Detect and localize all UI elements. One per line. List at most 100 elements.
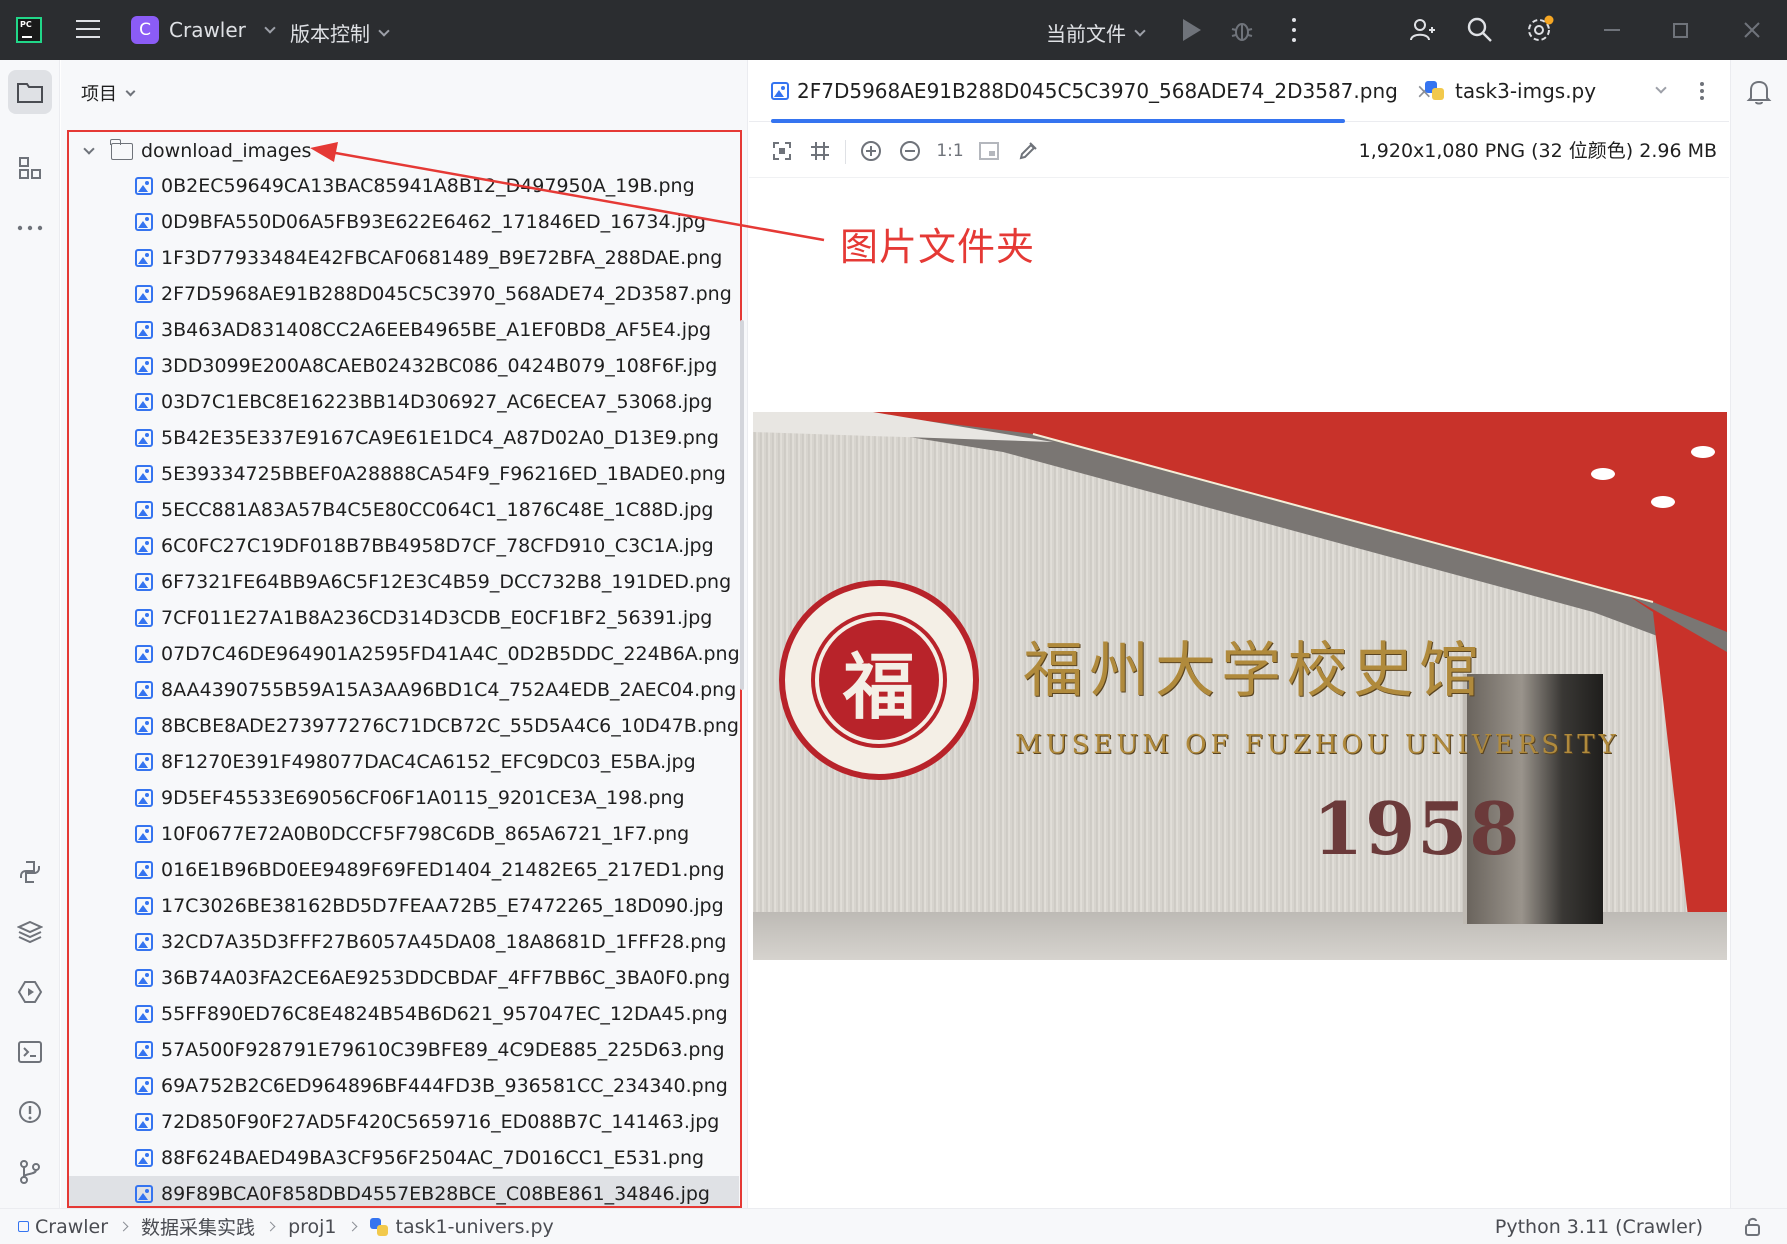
chevron-right-icon [347,1221,357,1232]
tree-file-item[interactable]: 88F624BAED49BA3CF956F2504AC_7D016CC1_E53… [69,1140,739,1176]
file-name: 0D9BFA550D06A5FB93E622E6462_171846ED_167… [161,211,706,233]
tree-file-item[interactable]: 3DD3099E200A8CAEB02432BC086_0424B079_108… [69,348,739,384]
vcs-menu[interactable]: 版本控制 [290,18,390,47]
image-file-icon [135,1005,153,1023]
tree-file-item[interactable]: 8AA4390755B59A15A3AA96BD1C4_752A4EDB_2AE… [69,672,739,708]
zoom-out-icon[interactable] [895,136,925,166]
image-file-icon [135,573,153,591]
main-menu-icon[interactable] [76,20,100,40]
zoom-in-icon[interactable] [856,136,886,166]
image-file-icon [135,285,153,303]
tree-file-item[interactable]: 32CD7A35D3FFF27B6057A45DA08_18A8681D_1FF… [69,924,739,960]
tree-folder-download-images[interactable]: download_images [79,136,311,166]
tree-file-item[interactable]: 89F89BCA0F858DBD4557EB28BCE_C08BE861_348… [69,1176,739,1206]
grid-icon[interactable] [805,136,835,166]
more-tools-icon[interactable] [8,206,52,250]
tree-file-item[interactable]: 57A500F928791E79610C39BFE89_4C9DE885_225… [69,1032,739,1068]
project-panel-header[interactable]: 项目 [81,80,136,106]
python-packages-icon[interactable] [8,910,52,954]
debug-icon[interactable] [1226,14,1258,46]
run-config-selector[interactable]: 当前文件 [1046,18,1146,47]
project-panel-title: 项目 [81,84,117,105]
python-interpreter[interactable]: Python 3.11 (Crawler) [1495,1216,1703,1238]
tree-file-item[interactable]: 2F7D5968AE91B288D045C5C3970_568ADE74_2D3… [69,276,739,312]
breadcrumb-item[interactable]: task1-univers.py [396,1216,554,1238]
file-name: 5E39334725BBEF0A28888CA54F9_F96216ED_1BA… [161,463,726,485]
breadcrumb-item[interactable]: Crawler [35,1216,108,1238]
tab-task3-imgs-py[interactable]: task3-imgs.py [1425,60,1596,122]
tree-file-item[interactable]: 55FF890ED76C8E4824B54B6D621_957047EC_12D… [69,996,739,1032]
tree-file-item[interactable]: 6C0FC27C19DF018B7BB4958D7CF_78CFD910_C3C… [69,528,739,564]
tree-file-item[interactable]: 6F7321FE64BB9A6C5F12E3C4B59_DCC732B8_191… [69,564,739,600]
tree-file-item[interactable]: 9D5EF45533E69056CF06F1A0115_9201CE3A_198… [69,780,739,816]
terminal-icon[interactable] [8,1030,52,1074]
tree-file-item[interactable]: 5B42E35E337E9167CA9E61E1DC4_A87D02A0_D13… [69,420,739,456]
tree-file-item[interactable]: 0D9BFA550D06A5FB93E622E6462_171846ED_167… [69,204,739,240]
tree-file-item[interactable]: 0B2EC59649CA13BAC85941A8B12_D497950A_19B… [69,168,739,204]
tree-file-item[interactable]: 03D7C1EBC8E16223BB14D306927_AC6ECEA7_530… [69,384,739,420]
add-user-icon[interactable] [1406,14,1438,46]
image-file-icon [135,357,153,375]
notifications-bell-icon[interactable] [1737,70,1781,114]
lock-icon[interactable] [1743,1216,1763,1241]
chevron-down-icon [378,24,390,37]
chevron-right-icon [265,1221,276,1232]
image-info: 1,920x1,080 PNG (32 位颜色) 2.96 MB [1358,140,1717,162]
tree-file-item[interactable]: 17C3026BE38162BD5D7FEAA72B5_E7472265_18D… [69,888,739,924]
scrollbar-thumb[interactable] [740,320,744,690]
file-name: 57A500F928791E79610C39BFE89_4C9DE885_225… [161,1039,725,1061]
image-file-icon [135,429,153,447]
close-window-icon[interactable] [1736,14,1768,46]
search-icon[interactable] [1464,14,1496,46]
services-icon[interactable] [8,970,52,1014]
fit-zoom-icon[interactable] [767,136,797,166]
expand-arrow-icon[interactable] [83,143,95,155]
python-file-icon [1425,81,1445,101]
breadcrumb-item[interactable]: proj1 [288,1216,336,1238]
tab-options-icon[interactable] [1699,60,1705,122]
breadcrumb-item[interactable]: 数据采集实践 [141,1213,255,1240]
actual-size-button[interactable]: 1:1 [935,136,965,166]
tree-file-item[interactable]: 72D850F90F27AD5F420C5659716_ED088B7C_141… [69,1104,739,1140]
tree-file-item[interactable]: 07D7C46DE964901A2595FD41A4C_0D2B5DDC_224… [69,636,740,672]
tree-file-item[interactable]: 1F3D77933484E42FBCAF0681489_B9E72BFA_288… [69,240,739,276]
image-file-icon [135,717,153,735]
file-name: 72D850F90F27AD5F420C5659716_ED088B7C_141… [161,1111,720,1133]
tree-file-item[interactable]: 36B74A03FA2CE6AE9253DDCBDAF_4FF7BB6C_3BA… [69,960,739,996]
tree-file-item[interactable]: 5ECC881A83A57B4C5E80CC064C1_1876C48E_1C8… [69,492,739,528]
structure-icon[interactable] [8,146,52,190]
folder-label: download_images [141,140,312,162]
tree-file-item[interactable]: 8BCBE8ADE273977276C71DCB72C_55D5A4C6_10D… [69,708,739,744]
more-actions-icon[interactable] [1278,14,1310,46]
tree-file-item[interactable]: 8F1270E391F498077DAC4CA6152_EFC9DC03_E5B… [69,744,739,780]
tree-file-item[interactable]: 69A752B2C6ED964896BF444FD3B_936581CC_234… [69,1068,739,1104]
editor-tabs: 2F7D5968AE91B288D045C5C3970_568ADE74_2D3… [749,60,1729,123]
file-name: 10F0677E72A0B0DCCF5F798C6DB_865A6721_1F7… [161,823,690,845]
project-tool-folder-icon[interactable] [8,70,52,114]
tree-file-item[interactable]: 7CF011E27A1B8A236CD314D3CDB_E0CF1BF2_563… [69,600,739,636]
settings-gear-icon[interactable] [1524,14,1556,46]
python-console-icon[interactable] [8,850,52,894]
pycharm-logo-icon[interactable]: PC [16,17,42,43]
maximize-icon[interactable] [1664,14,1696,46]
minimize-icon[interactable] [1596,14,1628,46]
file-name: 89F89BCA0F858DBD4557EB28BCE_C08BE861_348… [161,1183,710,1205]
tab-image-file[interactable]: 2F7D5968AE91B288D045C5C3970_568ADE74_2D3… [771,60,1433,123]
fit-window-icon[interactable] [974,136,1004,166]
image-file-icon [135,969,153,987]
tree-file-item[interactable]: 016E1B96BD0EE9489F69FED1404_21482E65_217… [69,852,739,888]
title-bar: PC C Crawler 版本控制 当前文件 [0,0,1787,60]
run-icon[interactable] [1176,14,1208,46]
tree-file-item[interactable]: 10F0677E72A0B0DCCF5F798C6DB_865A6721_1F7… [69,816,739,852]
tree-file-item[interactable]: 5E39334725BBEF0A28888CA54F9_F96216ED_1BA… [69,456,739,492]
breadcrumb: Crawler 数据采集实践 proj1 task1-univers.py [35,1213,554,1240]
tree-file-item[interactable]: 3B463AD831408CC2A6EEB4965BE_A1EF0BD8_AF5… [69,312,739,348]
problems-icon[interactable] [8,1090,52,1134]
tabs-dropdown[interactable] [1655,60,1667,122]
git-branch-icon[interactable] [8,1150,52,1194]
project-switcher[interactable]: C Crawler [131,16,276,44]
chevron-down-icon [125,86,136,96]
image-file-icon [135,789,153,807]
color-picker-icon[interactable] [1013,136,1043,166]
folder-icon [110,138,133,160]
